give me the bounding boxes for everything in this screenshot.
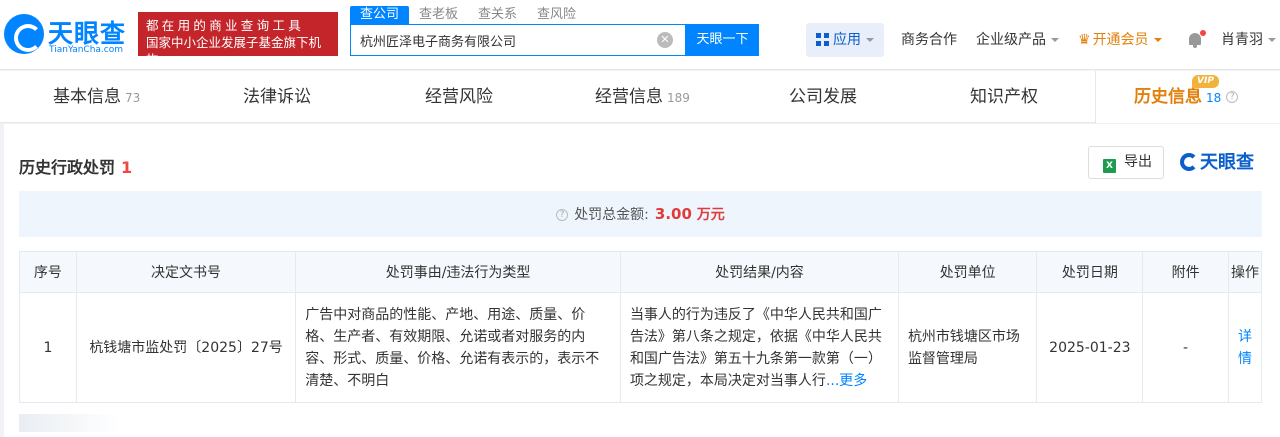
slogan-banner: 都在用的商业查询工具 国家中小企业发展子基金旗下机构	[138, 12, 338, 67]
brand-eye-icon	[1180, 153, 1198, 171]
tab-count: 73	[125, 91, 141, 105]
col-doc-no: 决定文书号	[75, 251, 297, 293]
notification-bell-icon[interactable]	[1187, 30, 1206, 50]
cell-result: 当事人的行为违反了《中华人民共和国广告法》第八条之规定，依据《中华人民共和国广告…	[619, 292, 899, 403]
cell-reason: 广告中对商品的性能、产地、用途、质量、价格、生产者、有效期限、允诺或者对服务的内…	[295, 292, 621, 403]
loading-strip	[19, 414, 119, 432]
cell-date: 2025-01-23	[1036, 292, 1144, 403]
col-date: 处罚日期	[1036, 251, 1144, 293]
help-icon[interactable]: ?	[556, 209, 569, 221]
vip-label: 开通会员	[1092, 32, 1149, 48]
tab-label: 公司发展	[789, 87, 857, 107]
penalty-table: 序号 决定文书号 处罚事由/违法行为类型 处罚结果/内容 处罚单位 处罚日期 附…	[19, 251, 1263, 403]
col-org: 处罚单位	[897, 251, 1038, 293]
apps-label: 应用	[833, 32, 861, 48]
search-box: ✕	[350, 24, 686, 56]
slogan-line-2: 国家中小企业发展子基金旗下机构	[146, 35, 322, 67]
nav-business-cooperation[interactable]: 商务合作	[901, 30, 957, 50]
tab-label: 知识产权	[970, 87, 1038, 107]
search-input[interactable]	[351, 25, 641, 55]
tab-operation-info[interactable]: 经营信息 189	[595, 71, 690, 123]
tab-label: 经营风险	[425, 87, 493, 107]
user-menu[interactable]: 肖青羽	[1221, 30, 1276, 50]
chevron-down-icon	[1268, 38, 1276, 42]
brand-text: 天眼查	[1200, 152, 1254, 173]
clear-icon[interactable]: ✕	[657, 32, 673, 48]
bell-body	[1189, 33, 1201, 45]
chevron-down-icon	[1153, 38, 1162, 42]
logo-eye-icon	[4, 14, 44, 54]
search-type-tabs: 查公司 查老板 查关系 查风险	[350, 6, 586, 24]
crown-icon: ♛	[1078, 32, 1091, 48]
search-tab-company[interactable]: 查公司	[350, 6, 410, 24]
tab-label: 经营信息	[595, 87, 663, 107]
notification-dot	[1200, 30, 1206, 36]
tab-count: 18	[1206, 91, 1222, 105]
search-tab-relation[interactable]: 查关系	[468, 6, 527, 24]
detail-link[interactable]: 详情	[1238, 329, 1252, 367]
tab-intellectual-property[interactable]: 知识产权	[970, 71, 1038, 123]
summary-unit: 万元	[696, 207, 725, 223]
search-tab-risk[interactable]: 查风险	[527, 6, 586, 24]
tab-business-risk[interactable]: 经营风险	[425, 71, 493, 123]
tab-label: 法律诉讼	[243, 87, 311, 107]
logo-domain: TianYanCha.com	[49, 45, 124, 55]
tab-company-development[interactable]: 公司发展	[789, 71, 857, 123]
user-name: 肖青羽	[1221, 32, 1263, 48]
apps-menu-button[interactable]: 应用	[806, 23, 884, 57]
section-title: 历史行政处罚 1	[19, 154, 132, 178]
apps-grid-icon	[816, 33, 829, 46]
summary-amount: 3.00 万元	[654, 205, 725, 223]
cell-action: 详情	[1227, 292, 1263, 403]
penalty-summary: ? 处罚总金额: 3.00 万元	[19, 191, 1262, 237]
excel-icon: X	[1103, 159, 1116, 173]
bell-clapper	[1193, 45, 1197, 48]
tab-count: 189	[667, 91, 690, 105]
summary-label: 处罚总金额:	[574, 207, 649, 223]
table-row: 1 杭钱塘市监处罚〔2025〕27号 广告中对商品的性能、产地、用途、质量、价格…	[19, 292, 1263, 403]
tab-label: 基本信息	[53, 87, 121, 107]
tianyancha-logo[interactable]: 天眼查 TianYanCha.com	[4, 12, 132, 56]
table-header-row: 序号 决定文书号 处罚事由/违法行为类型 处罚结果/内容 处罚单位 处罚日期 附…	[19, 251, 1263, 293]
col-attachment: 附件	[1142, 251, 1229, 293]
summary-value: 3.00	[654, 205, 692, 223]
search-button[interactable]: 天眼一下	[686, 24, 759, 56]
top-header: 天眼查 TianYanCha.com 都在用的商业查询工具 国家中小企业发展子基…	[0, 0, 1280, 70]
tianyancha-watermark: 天眼查	[1180, 152, 1254, 174]
tab-history-info[interactable]: VIP 历史信息 18?	[1095, 71, 1280, 123]
section-title-text: 历史行政处罚	[19, 158, 116, 177]
tab-litigation[interactable]: 法律诉讼	[243, 71, 311, 123]
col-reason: 处罚事由/违法行为类型	[295, 251, 621, 293]
main-content: 历史行政处罚 1 X 导出 天眼查 ? 处罚总金额: 3.00 万元 序号 决定文书号 …	[4, 124, 1280, 437]
tab-label: 历史信息	[1134, 87, 1202, 107]
col-result: 处罚结果/内容	[619, 251, 899, 293]
cell-org: 杭州市钱塘区市场监督管理局	[897, 292, 1038, 403]
search-tab-boss[interactable]: 查老板	[409, 6, 468, 24]
tab-basic-info[interactable]: 基本信息 73	[53, 71, 140, 123]
nav-enterprise-label: 企业级产品	[976, 32, 1046, 48]
nav-open-vip[interactable]: ♛ 开通会员	[1078, 30, 1162, 50]
more-link[interactable]: ...更多	[826, 373, 867, 389]
export-label: 导出	[1124, 154, 1152, 170]
section-count: 1	[121, 158, 133, 177]
col-action: 操作	[1227, 251, 1263, 293]
slogan-line-1: 都在用的商业查询工具	[146, 18, 305, 33]
cell-attachment: -	[1142, 292, 1229, 403]
export-button[interactable]: X 导出	[1088, 146, 1164, 179]
cell-doc-no: 杭钱塘市监处罚〔2025〕27号	[75, 292, 297, 403]
vip-badge: VIP	[1192, 75, 1219, 88]
chevron-down-icon	[1051, 38, 1059, 42]
chevron-down-icon	[866, 38, 874, 42]
nav-enterprise-products[interactable]: 企业级产品	[976, 30, 1059, 50]
col-index: 序号	[19, 251, 77, 293]
cell-index: 1	[19, 292, 77, 403]
help-icon[interactable]: ?	[1226, 91, 1239, 103]
company-section-tabs: 基本信息 73 法律诉讼 经营风险 经营信息 189 公司发展 知识产权 VIP 历…	[0, 71, 1280, 123]
